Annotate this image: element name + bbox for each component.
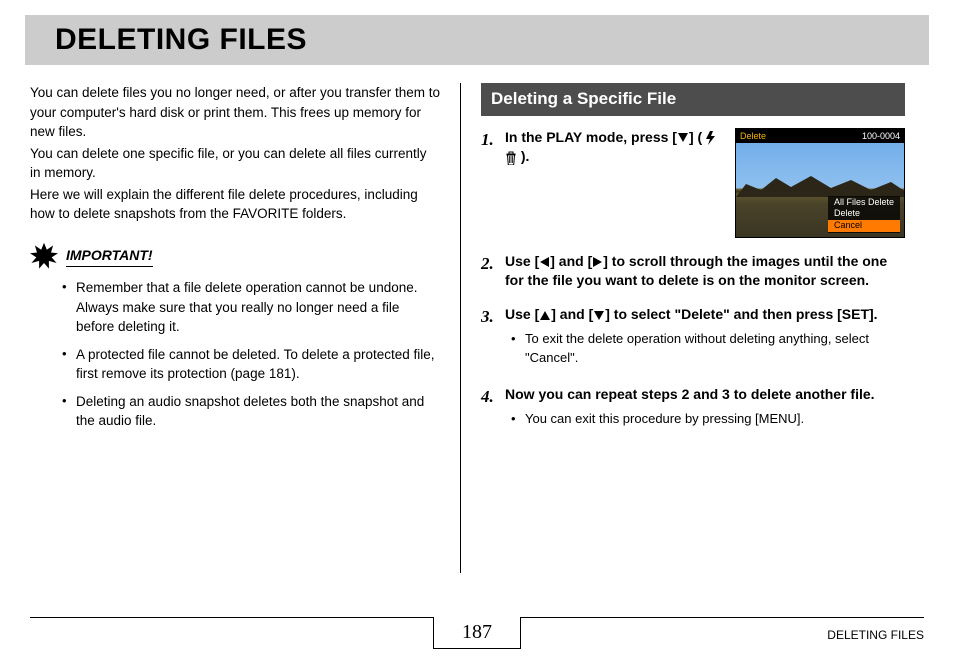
page-number: 187 [433,617,521,649]
step-number: 1. [481,128,505,238]
important-label: IMPORTANT! [66,245,153,267]
list-item: Remember that a file delete operation ca… [62,278,440,337]
step-instruction: Now you can repeat steps 2 and 3 to dele… [505,386,875,402]
important-list: Remember that a file delete operation ca… [30,278,440,431]
step-instruction: Use [] and [] to scroll through the imag… [505,253,887,289]
flash-icon [706,131,715,145]
step-sub-list: You can exit this procedure by pressing … [505,410,905,428]
camera-menu: All Files Delete Delete Cancel [828,196,900,233]
step-instruction: Use [ ] and [ ] to select "Delete" and the… [505,306,878,322]
step-2: 2. Use [] and [] to scroll through the i… [481,252,905,291]
trash-icon [505,151,517,165]
text-fragment: ] and [ [550,253,592,269]
text-fragment: In the PLAY mode, press [ [505,129,677,145]
left-column: You can delete files you no longer need,… [30,83,460,573]
starburst-icon [30,242,58,270]
text-fragment: Use [ [505,306,539,322]
step-instruction: In the PLAY mode, press [ ] ( ). [505,129,715,165]
list-item: Deleting an audio snapshot deletes both … [62,392,440,431]
content-area: You can delete files you no longer need,… [0,65,954,573]
text-fragment: ). [517,148,529,164]
camera-menu-item-selected: Cancel [828,220,900,232]
list-item: You can exit this procedure by pressing … [511,410,905,428]
right-arrow-icon [593,257,602,267]
step-number: 2. [481,252,505,291]
camera-menu-item: Delete [828,208,900,220]
camera-top-bar: Delete 100-0004 [736,129,904,143]
step-1: 1. In the PLAY mode, press [ ] ( ). Delet… [481,128,905,238]
list-item: To exit the delete operation without del… [511,330,905,366]
camera-top-right-label: 100-0004 [862,130,900,142]
footer-section-label: DELETING FILES [827,628,924,642]
step-number: 4. [481,385,505,433]
text-fragment: Use [ [505,253,539,269]
intro-paragraph: You can delete files you no longer need,… [30,83,440,142]
intro-paragraph: Here we will explain the different file … [30,185,440,224]
section-header: Deleting a Specific File [481,83,905,116]
step-3: 3. Use [ ] and [ ] to select "Delete" and … [481,305,905,371]
important-heading: IMPORTANT! [30,242,440,270]
left-arrow-icon [540,257,549,267]
intro-paragraph: You can delete one specific file, or you… [30,144,440,183]
footer: 187 DELETING FILES [30,617,924,649]
step-4: 4. Now you can repeat steps 2 and 3 to d… [481,385,905,433]
list-item: A protected file cannot be deleted. To d… [62,345,440,384]
text-fragment: ] to select "Delete" and then press [SET… [605,306,877,322]
camera-menu-item: All Files Delete [828,197,900,209]
text-fragment: ] and [ [551,306,593,322]
camera-top-left-label: Delete [740,130,766,142]
right-column: Deleting a Specific File 1. In the PLAY … [460,83,905,573]
down-arrow-icon [678,133,688,142]
down-arrow-icon [594,311,604,320]
page-title: DELETING FILES [55,23,929,57]
step-number: 3. [481,305,505,371]
step-sub-list: To exit the delete operation without del… [505,330,905,366]
title-bar: DELETING FILES [25,15,929,65]
text-fragment: ] ( [689,129,706,145]
camera-preview-image: Delete 100-0004 All Files Delete Delete … [735,128,905,238]
mountain-silhouette-icon [736,172,905,197]
up-arrow-icon [540,311,550,320]
